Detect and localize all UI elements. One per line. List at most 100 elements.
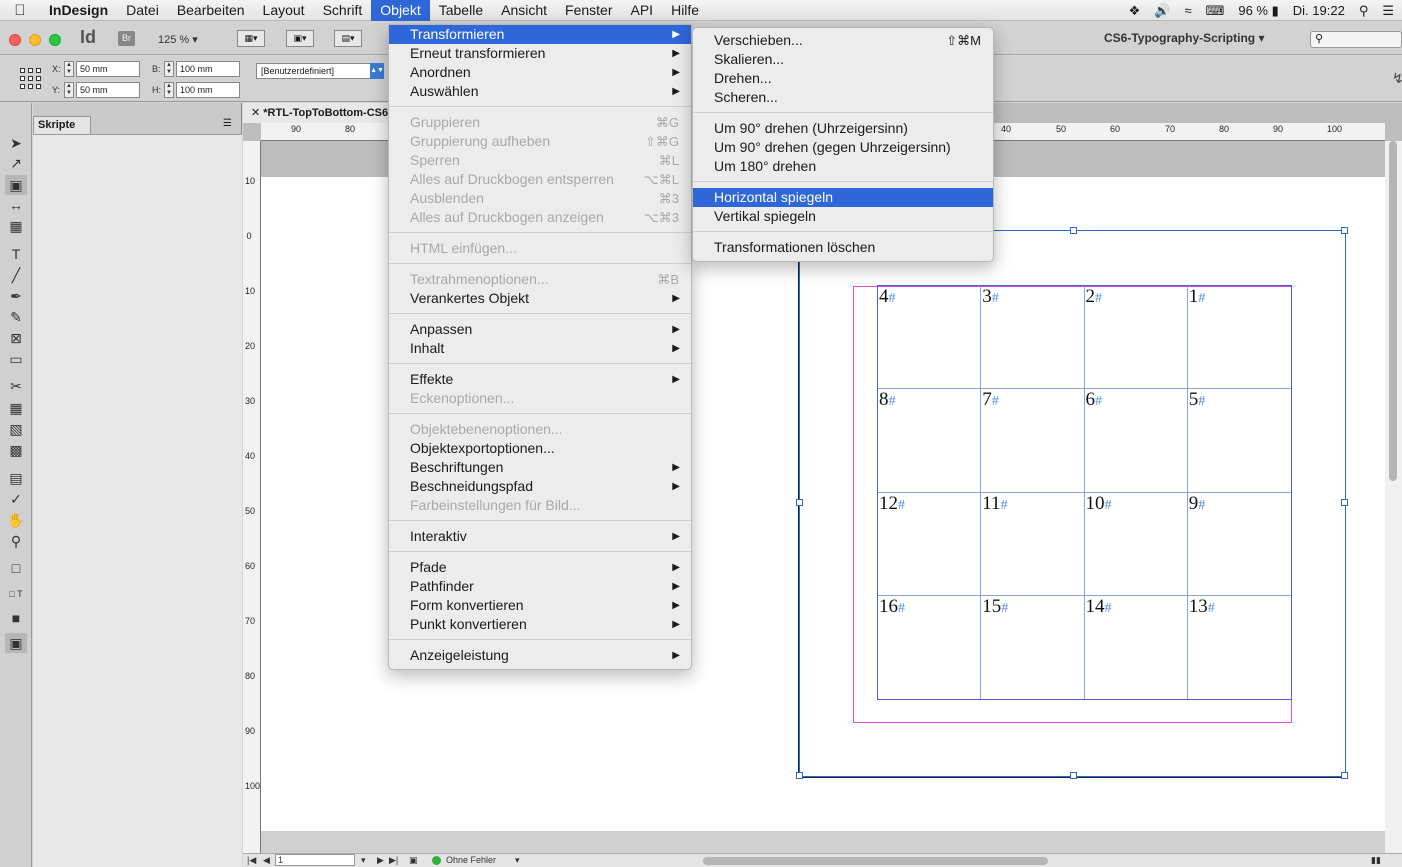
frame-handle[interactable] (1341, 499, 1348, 506)
wifi-icon[interactable]: ≈ (1184, 3, 1191, 18)
menu-item-anpassen[interactable]: Anpassen ▶ (389, 320, 691, 339)
free-transform-tool-icon[interactable]: ▦ (5, 398, 27, 418)
menu-hilfe[interactable]: Hilfe (662, 0, 708, 21)
menu-item-form-konvertieren[interactable]: Form konvertieren ▶ (389, 596, 691, 615)
page-menu-icon[interactable]: ▾ (361, 855, 366, 866)
horizontal-scroll-thumb[interactable] (703, 857, 1048, 865)
width-field[interactable]: 100 mm (176, 61, 240, 77)
height-field[interactable]: 100 mm (176, 82, 240, 98)
menu-item-anordnen[interactable]: Anordnen ▶ (389, 63, 691, 82)
document-tab[interactable]: ✕ *RTL-TopToBottom-CS6 (243, 103, 403, 123)
type-tool-icon[interactable]: T (5, 244, 27, 264)
scripts-list[interactable] (33, 134, 242, 867)
menu-item-horizontal-spiegeln[interactable]: Horizontal spiegeln (693, 188, 993, 207)
keyboard-icon[interactable]: ⌨ (1206, 3, 1225, 19)
battery-status[interactable]: 96 % ▮ (1238, 3, 1278, 19)
note-tool-icon[interactable]: ▤ (5, 468, 27, 488)
menu-item-objektexportoptionen[interactable]: Objektexportoptionen... (389, 439, 691, 458)
scissors-tool-icon[interactable]: ✂ (5, 376, 27, 396)
last-page-icon[interactable]: ▶| (389, 855, 398, 866)
table-cell[interactable]: 3# (981, 286, 1085, 390)
menu-datei[interactable]: Datei (117, 0, 168, 21)
table-cell[interactable]: 13# (1188, 596, 1291, 699)
menu-item-um-90-drehen-gegen-uhrzeigersinn[interactable]: Um 90° drehen (gegen Uhrzeigersinn) (693, 138, 993, 157)
menu-layout[interactable]: Layout (254, 0, 314, 21)
frame-handle[interactable] (1341, 772, 1348, 779)
reference-point-selector[interactable] (20, 68, 42, 90)
menu-tabelle[interactable]: Tabelle (430, 0, 492, 21)
volume-icon[interactable]: 🔊 (1154, 3, 1170, 19)
table-cell[interactable]: 4# (878, 286, 982, 390)
table-cell[interactable]: 15# (981, 595, 1085, 699)
menu-item-skalieren[interactable]: Skalieren... (693, 50, 993, 69)
close-tab-icon[interactable]: ✕ (251, 107, 260, 119)
open-in-window-icon[interactable]: ▣ (409, 855, 418, 866)
table-cell[interactable]: 5# (1187, 389, 1291, 493)
menu-item-punkt-konvertieren[interactable]: Punkt konvertieren ▶ (389, 615, 691, 634)
y-stepper[interactable]: ▲ ▼ (64, 82, 74, 98)
selection-tool-icon[interactable]: ➤ (5, 133, 27, 153)
table-cell[interactable]: 6# (1084, 389, 1188, 493)
normal-view-icon[interactable]: ■ (5, 608, 27, 628)
close-window-button[interactable] (9, 34, 21, 46)
table-cell[interactable]: 11# (981, 492, 1085, 596)
table-cell[interactable]: 9# (1187, 493, 1291, 596)
apple-menu-icon[interactable]:  (0, 2, 40, 19)
table-cell[interactable]: 12# (878, 492, 982, 596)
x-stepper[interactable]: ▲ ▼ (64, 61, 74, 77)
spotlight-icon[interactable]: ⚲ (1359, 3, 1369, 19)
rectangle-tool-icon[interactable]: ▭ (5, 349, 27, 369)
minimize-window-button[interactable] (29, 34, 41, 46)
page-tool-icon[interactable]: ▣ (5, 175, 27, 195)
height-stepper[interactable]: ▲ ▼ (164, 82, 174, 98)
direct-selection-tool-icon[interactable]: ↗ (5, 153, 27, 173)
content-collector-icon[interactable]: ▦ (5, 216, 27, 236)
arrange-documents-button[interactable]: ▤▾ (334, 30, 362, 47)
eyedropper-tool-icon[interactable]: ✓ (5, 489, 27, 509)
frame-handle[interactable] (1070, 772, 1077, 779)
frame-handle[interactable] (796, 772, 803, 779)
menu-fenster[interactable]: Fenster (556, 0, 621, 21)
notification-center-icon[interactable]: ☰ (1382, 3, 1394, 19)
pen-tool-icon[interactable]: ✒ (5, 286, 27, 306)
line-tool-icon[interactable]: ╱ (5, 265, 27, 285)
vertical-scrollbar[interactable] (1385, 141, 1402, 853)
page-number-field[interactable]: 1 (275, 854, 355, 866)
menu-item-beschneidungspfad[interactable]: Beschneidungspfad ▶ (389, 477, 691, 496)
frame-handle[interactable] (1341, 227, 1348, 234)
bridge-button[interactable]: Br (118, 31, 135, 46)
menu-item-inhalt[interactable]: Inhalt ▶ (389, 339, 691, 358)
menu-item-um-90-drehen-uhrzeigersinn[interactable]: Um 90° drehen (Uhrzeigersinn) (693, 119, 993, 138)
menu-item-pfade[interactable]: Pfade ▶ (389, 558, 691, 577)
menu-item-erneut-transformieren[interactable]: Erneut transformieren ▶ (389, 44, 691, 63)
menu-item-effekte[interactable]: Effekte ▶ (389, 370, 691, 389)
table-cell[interactable]: 2# (1084, 286, 1188, 390)
menu-schrift[interactable]: Schrift (314, 0, 372, 21)
view-options-button[interactable]: ▦▾ (237, 30, 265, 47)
menu-item-transformieren[interactable]: Transformieren ▶ (389, 25, 691, 44)
hand-tool-icon[interactable]: ✋ (5, 510, 27, 530)
menu-item-pathfinder[interactable]: Pathfinder ▶ (389, 577, 691, 596)
menu-indesign[interactable]: InDesign (40, 0, 117, 21)
rectangle-frame-tool-icon[interactable]: ⊠ (5, 328, 27, 348)
gradient-swatch-tool-icon[interactable]: ▧ (5, 419, 27, 439)
pencil-tool-icon[interactable]: ✎ (5, 307, 27, 327)
menu-item-verankertes-objekt[interactable]: Verankertes Objekt ▶ (389, 289, 691, 308)
menu-item-transformationen-loeschen[interactable]: Transformationen löschen (693, 238, 993, 257)
zoom-tool-icon[interactable]: ⚲ (5, 531, 27, 551)
menu-item-scheren[interactable]: Scheren... (693, 88, 993, 107)
screen-mode-button[interactable]: ▣▾ (286, 30, 314, 47)
width-stepper[interactable]: ▲ ▼ (164, 61, 174, 77)
menu-ansicht[interactable]: Ansicht (492, 0, 556, 21)
panel-menu-icon[interactable]: ☰ (223, 118, 232, 129)
menu-item-vertikal-spiegeln[interactable]: Vertikal spiegeln (693, 207, 993, 226)
scripts-panel-tab[interactable]: Skripte (33, 116, 91, 134)
fill-stroke-swatch-icon[interactable]: □ (5, 558, 27, 578)
workspace-switcher[interactable]: CS6-Typography-Scripting ▾ (1104, 31, 1264, 45)
menu-item-beschriftungen[interactable]: Beschriftungen ▶ (389, 458, 691, 477)
preflight-menu-icon[interactable]: ▾ (515, 855, 520, 866)
menu-item-anzeigeleistung[interactable]: Anzeigeleistung ▶ (389, 646, 691, 665)
vertical-ruler[interactable]: 10 0 10 20 30 40 50 60 70 80 90 100 (243, 141, 261, 853)
dropbox-icon[interactable]: ❖ (1129, 3, 1141, 19)
clock[interactable]: Di. 19:22 (1293, 3, 1345, 18)
